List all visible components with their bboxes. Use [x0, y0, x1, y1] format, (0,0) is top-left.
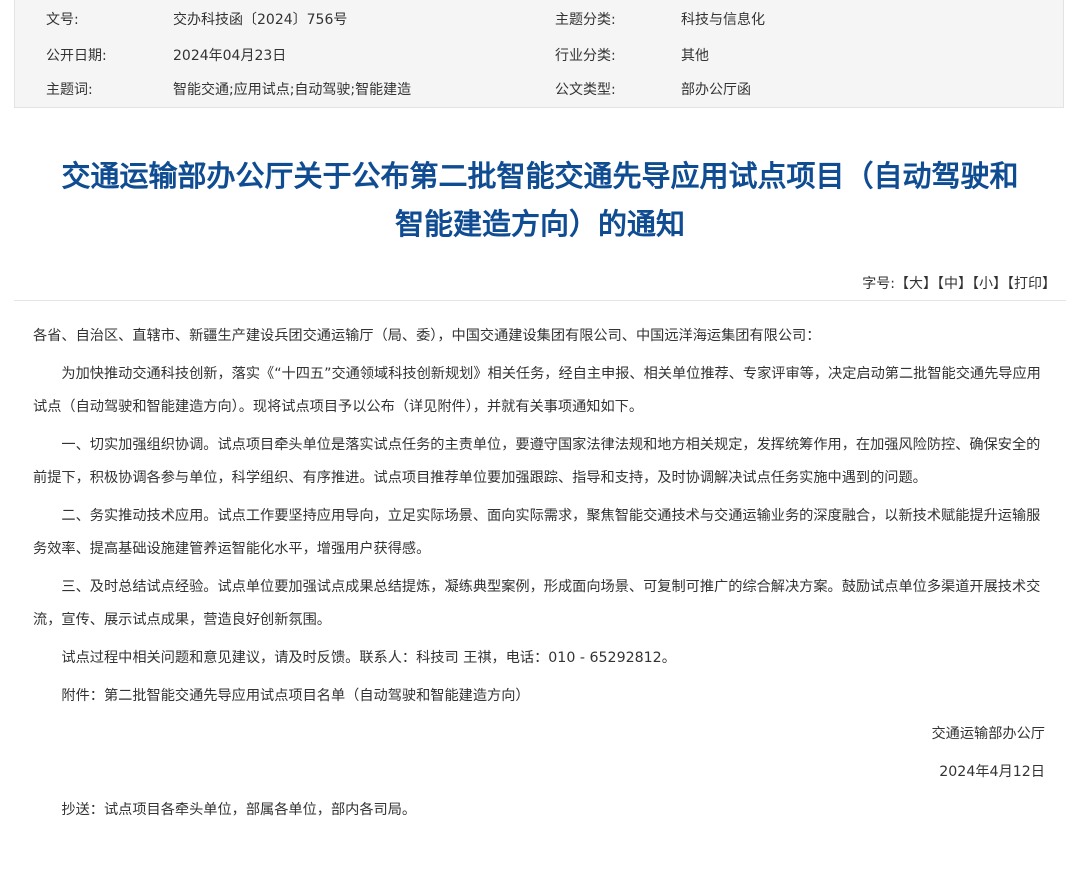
paragraph-item-3: 三、及时总结试点经验。试点单位要加强试点成果总结提炼，凝练典型案例，形成面向场景…: [33, 579, 1041, 628]
meta-label: 公开日期:: [46, 48, 107, 64]
meta-row-publish-date: 公开日期: 2024年04月23日 行业分类: 其他: [15, 38, 1063, 74]
meta-label: 主题分类:: [555, 12, 616, 28]
meta-label: 行业分类:: [555, 48, 616, 64]
meta-row-keywords: 主题词: 智能交通;应用试点;自动驾驶;智能建造 公文类型: 部办公厅函: [15, 72, 1063, 108]
print-button[interactable]: 【打印】: [1007, 276, 1056, 292]
meta-value: 2024年04月23日: [173, 48, 287, 64]
page-title: 交通运输部办公厅关于公布第二批智能交通先导应用试点项目（自动驾驶和 智能建造方向…: [0, 152, 1080, 248]
meta-value: 部办公厅函: [681, 82, 751, 98]
font-large-button[interactable]: 【大】: [895, 276, 937, 292]
salutation: 各省、自治区、直辖市、新疆生产建设兵团交通运输厅（局、委），中国交通建设集团有限…: [33, 328, 821, 344]
font-medium-button[interactable]: 【中】: [937, 276, 972, 292]
font-small-button[interactable]: 【小】: [972, 276, 1007, 292]
meta-value: 交办科技函〔2024〕756号: [173, 12, 348, 28]
divider: [14, 300, 1066, 301]
document-metadata-panel: 文号: 交办科技函〔2024〕756号 主题分类: 科技与信息化 公开日期: 2…: [14, 0, 1064, 108]
paragraph-item-1: 一、切实加强组织协调。试点项目牵头单位是落实试点任务的主责单位，要遵守国家法律法…: [33, 437, 1041, 486]
signature-date: 2024年4月12日: [939, 764, 1045, 780]
meta-label: 公文类型:: [555, 82, 616, 98]
paragraph-item-2: 二、务实推动技术应用。试点工作要坚持应用导向，立足实际场景、面向实际需求，聚焦智…: [33, 508, 1041, 557]
cc-line: 抄送：试点项目各牵头单位，部属各单位，部内各司局。: [61, 802, 417, 818]
font-size-toolbar: 字号:【大】【中】【小】【打印】: [862, 273, 1056, 293]
font-size-label: 字号:: [862, 276, 895, 292]
page-title-line2: 智能建造方向）的通知: [394, 207, 685, 241]
meta-row-doc-number: 文号: 交办科技函〔2024〕756号 主题分类: 科技与信息化: [15, 2, 1063, 38]
attachment-note: 附件：第二批智能交通先导应用试点项目名单（自动驾驶和智能建造方向）: [61, 688, 530, 704]
meta-value: 科技与信息化: [681, 12, 765, 28]
meta-value: 其他: [681, 48, 709, 64]
paragraph-intro: 为加快推动交通科技创新，落实《“十四五”交通领域科技创新规划》相关任务，经自主申…: [33, 366, 1041, 415]
meta-label: 主题词:: [46, 82, 93, 98]
paragraph-contact: 试点过程中相关问题和意见建议，请及时反馈。联系人：科技司 王祺，电话：010 -…: [61, 650, 676, 666]
page-title-line1: 交通运输部办公厅关于公布第二批智能交通先导应用试点项目（自动驾驶和: [61, 159, 1019, 193]
meta-label: 文号:: [46, 12, 79, 28]
meta-value: 智能交通;应用试点;自动驾驶;智能建造: [173, 82, 412, 98]
article-body: 各省、自治区、直辖市、新疆生产建设兵团交通运输厅（局、委），中国交通建设集团有限…: [33, 320, 1045, 827]
signature-organization: 交通运输部办公厅: [931, 726, 1045, 742]
